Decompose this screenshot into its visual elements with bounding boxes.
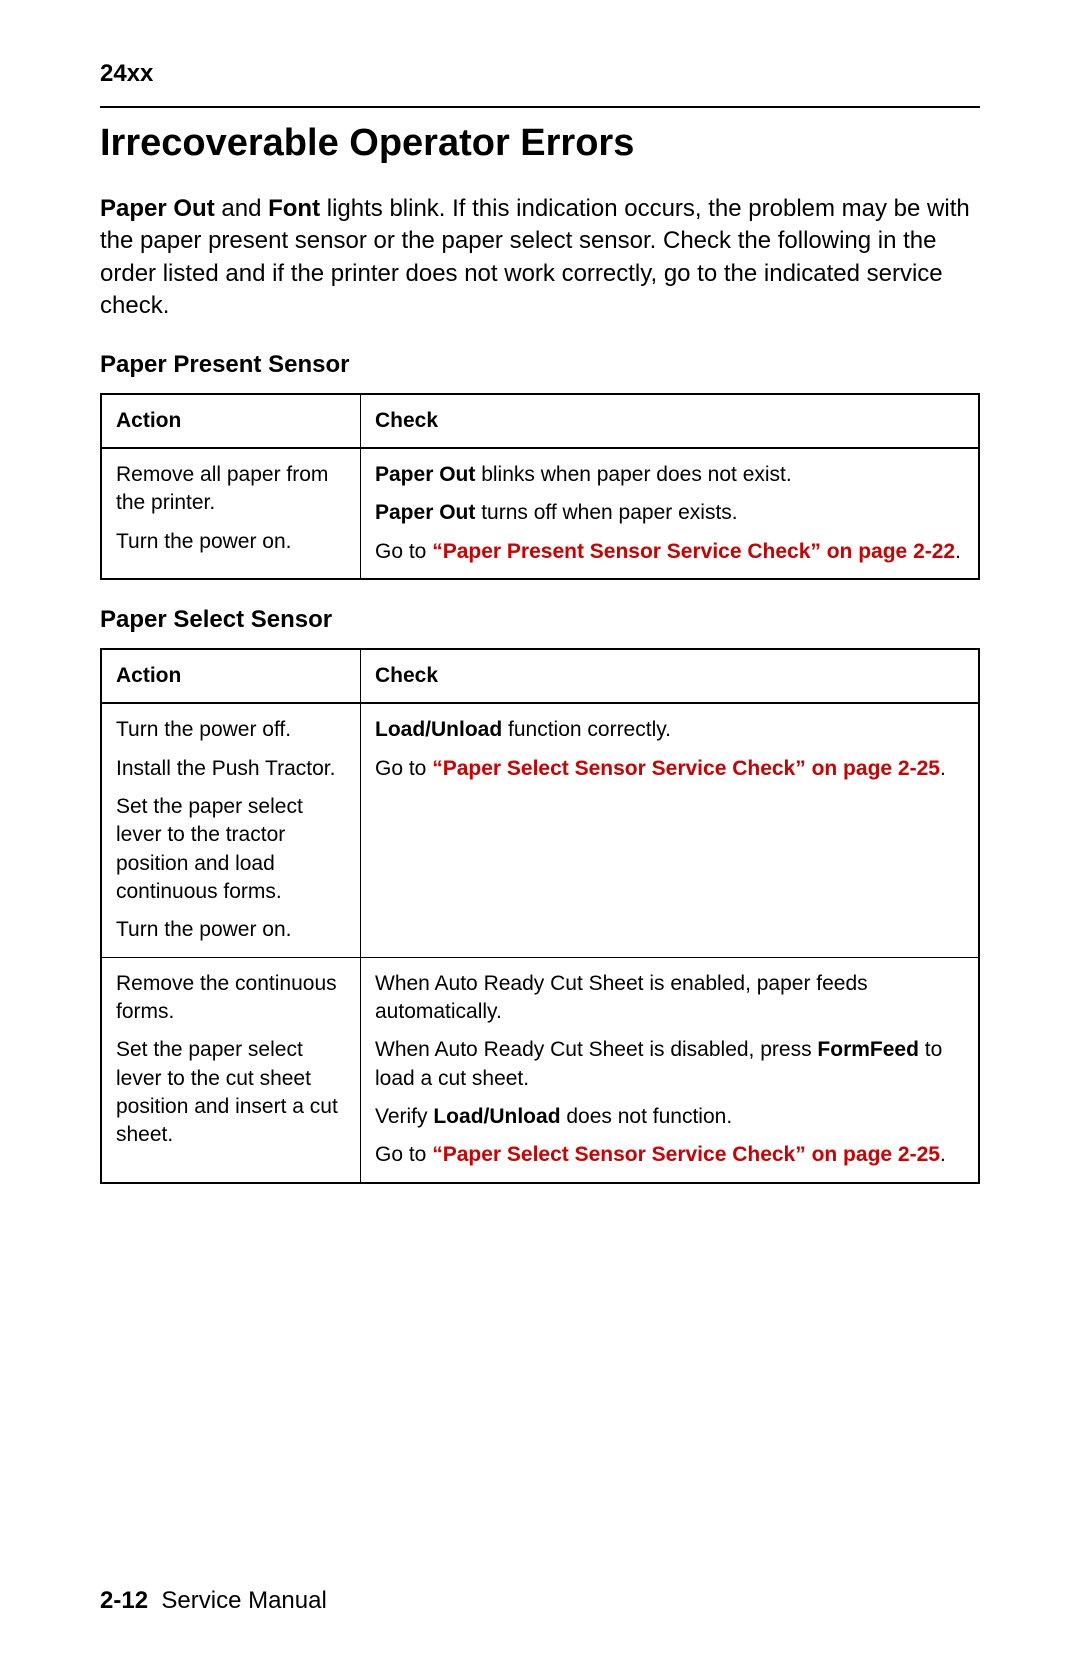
action-text: Turn the power off. xyxy=(116,716,346,744)
check-text: Go to “Paper Present Sensor Service Chec… xyxy=(375,538,964,566)
check-text: Go to “Paper Select Sensor Service Check… xyxy=(375,1141,964,1169)
check-bold: FormFeed xyxy=(817,1038,919,1061)
page: 24xx Irrecoverable Operator Errors Paper… xyxy=(0,0,1080,1669)
goto-pre: Go to xyxy=(375,757,432,780)
model-label: 24xx xyxy=(100,60,980,88)
action-text: Remove all paper from the printer. xyxy=(116,461,346,518)
action-text: Turn the power on. xyxy=(116,528,346,556)
check-pre: When Auto Ready Cut Sheet is disabled, p… xyxy=(375,1038,817,1061)
check-pre: Verify xyxy=(375,1105,433,1128)
check-bold: Load/Unload xyxy=(433,1105,560,1128)
col-check: Check xyxy=(361,394,980,448)
check-rest: function correctly. xyxy=(502,718,671,741)
action-text: Set the paper select lever to the cut sh… xyxy=(116,1036,346,1149)
action-text: Remove the continuous forms. xyxy=(116,970,346,1027)
check-text: Paper Out blinks when paper does not exi… xyxy=(375,461,964,489)
goto-post: . xyxy=(940,1143,946,1166)
cross-reference-link[interactable]: “Paper Present Sensor Service Check” on … xyxy=(432,540,955,563)
col-action: Action xyxy=(101,649,361,703)
intro-bold-2: Font xyxy=(268,195,320,222)
cell-check: When Auto Ready Cut Sheet is enabled, pa… xyxy=(361,957,980,1183)
action-text: Set the paper select lever to the tracto… xyxy=(116,793,346,906)
goto-pre: Go to xyxy=(375,540,432,563)
action-text: Install the Push Tractor. xyxy=(116,755,346,783)
col-action: Action xyxy=(101,394,361,448)
goto-post: . xyxy=(955,540,961,563)
cell-check: Paper Out blinks when paper does not exi… xyxy=(361,448,980,579)
check-text: Go to “Paper Select Sensor Service Check… xyxy=(375,755,964,783)
table-row: Remove the continuous forms. Set the pap… xyxy=(101,957,979,1183)
check-bold: Load/Unload xyxy=(375,718,502,741)
section-title: Irrecoverable Operator Errors xyxy=(100,122,980,165)
check-text: When Auto Ready Cut Sheet is disabled, p… xyxy=(375,1036,964,1093)
cross-reference-link[interactable]: “Paper Select Sensor Service Check” on p… xyxy=(432,1143,940,1166)
table-header-row: Action Check xyxy=(101,394,979,448)
table-header-row: Action Check xyxy=(101,649,979,703)
cell-check: Load/Unload function correctly. Go to “P… xyxy=(361,703,980,957)
col-check: Check xyxy=(361,649,980,703)
cell-action: Turn the power off. Install the Push Tra… xyxy=(101,703,361,957)
check-rest: blinks when paper does not exist. xyxy=(475,463,791,486)
check-bold: Paper Out xyxy=(375,501,475,524)
cross-reference-link[interactable]: “Paper Select Sensor Service Check” on p… xyxy=(432,757,940,780)
intro-mid: and xyxy=(215,195,268,222)
intro-paragraph: Paper Out and Font lights blink. If this… xyxy=(100,193,980,323)
table2-heading: Paper Select Sensor xyxy=(100,606,980,634)
check-text: Verify Load/Unload does not function. xyxy=(375,1103,964,1131)
page-number: 2-12 xyxy=(100,1587,148,1614)
check-rest: turns off when paper exists. xyxy=(475,501,737,524)
footer-label: Service Manual xyxy=(161,1587,326,1614)
check-bold: Paper Out xyxy=(375,463,475,486)
footer: 2-12 Service Manual xyxy=(100,1587,327,1615)
divider xyxy=(100,106,980,108)
check-text: When Auto Ready Cut Sheet is enabled, pa… xyxy=(375,970,964,1027)
table-row: Remove all paper from the printer. Turn … xyxy=(101,448,979,579)
paper-select-sensor-table: Action Check Turn the power off. Install… xyxy=(100,648,980,1184)
check-text: Paper Out turns off when paper exists. xyxy=(375,499,964,527)
cell-action: Remove the continuous forms. Set the pap… xyxy=(101,957,361,1183)
table1-heading: Paper Present Sensor xyxy=(100,351,980,379)
intro-bold-1: Paper Out xyxy=(100,195,215,222)
check-text: Load/Unload function correctly. xyxy=(375,716,964,744)
cell-action: Remove all paper from the printer. Turn … xyxy=(101,448,361,579)
action-text: Turn the power on. xyxy=(116,916,346,944)
table-row: Turn the power off. Install the Push Tra… xyxy=(101,703,979,957)
goto-post: . xyxy=(940,757,946,780)
goto-pre: Go to xyxy=(375,1143,432,1166)
paper-present-sensor-table: Action Check Remove all paper from the p… xyxy=(100,393,980,580)
check-post: does not function. xyxy=(561,1105,733,1128)
